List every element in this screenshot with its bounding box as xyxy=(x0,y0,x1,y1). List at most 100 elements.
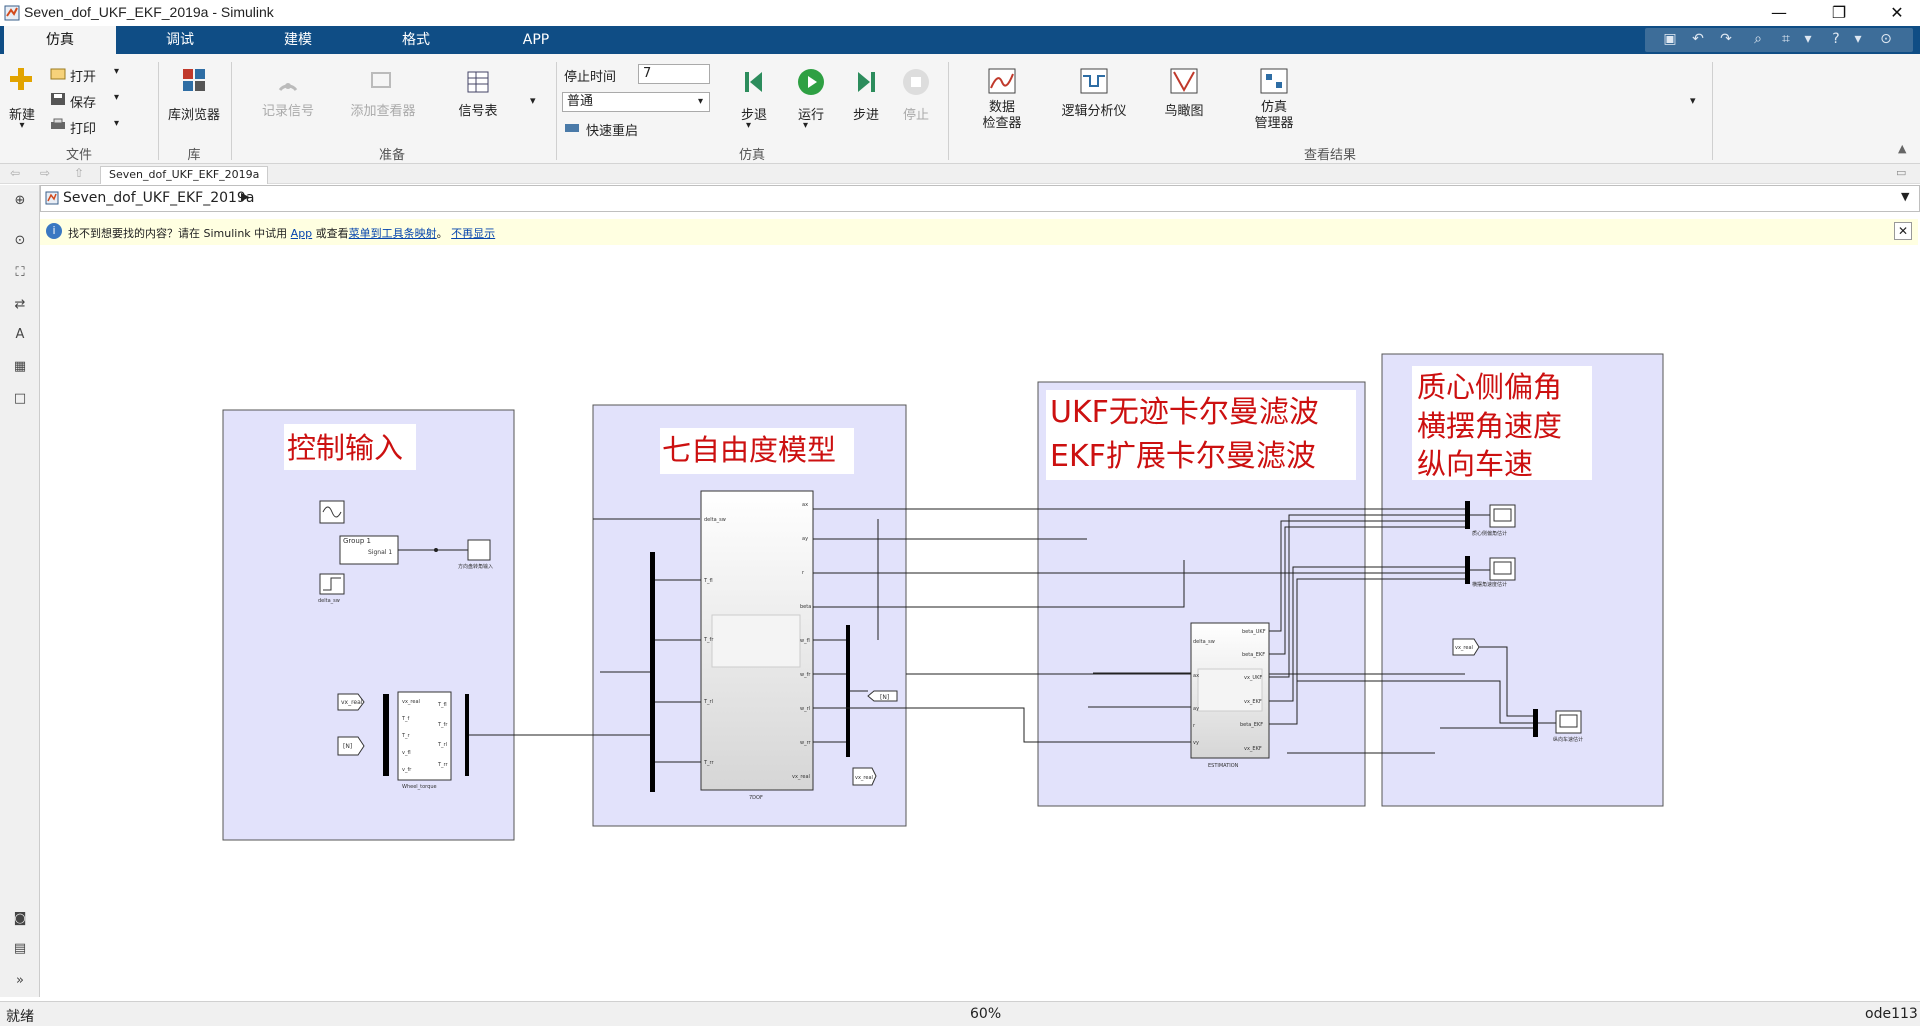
logic-analyzer-button[interactable]: 逻辑分析仪 xyxy=(1052,100,1136,119)
dont-show-link[interactable]: 不再显示 xyxy=(451,227,495,240)
mux-block-dof[interactable] xyxy=(846,625,850,757)
add-viewer-button[interactable]: 添加查看器 xyxy=(340,100,426,119)
step-forward-button[interactable]: 步进 xyxy=(846,104,886,123)
print-button[interactable]: 打印 xyxy=(70,118,96,137)
app-link[interactable]: App xyxy=(291,227,313,240)
area3-title-line2: EKF扩展卡尔曼滤波 xyxy=(1050,439,1316,474)
from-vx3-label: vx_real xyxy=(1455,645,1473,651)
collapse-ribbon-icon[interactable]: ▲ xyxy=(1898,142,1906,155)
bus-selector[interactable] xyxy=(650,552,655,792)
group-label-prepare: 准备 xyxy=(378,148,405,163)
tab-menu-icon[interactable]: ▭ xyxy=(1896,166,1906,179)
bus-block[interactable] xyxy=(465,694,469,776)
birds-eye-button[interactable]: 鸟瞰图 xyxy=(1150,100,1218,119)
port-label: T_f xyxy=(401,716,410,722)
review-expand-icon[interactable]: ▾ xyxy=(1690,94,1696,107)
prepare-expand-icon[interactable]: ▾ xyxy=(530,94,536,107)
print-dropdown-icon[interactable]: ▾ xyxy=(114,118,119,129)
port-label: T_rr xyxy=(437,762,449,768)
model-canvas[interactable]: 控制输入 七自由度模型 UKF无迹卡尔曼滤波 EKF扩展卡尔曼滤波 质心侧偏角 … xyxy=(40,246,1920,997)
save-button[interactable]: 保存 xyxy=(70,92,96,111)
model-path[interactable]: Seven_dof_UKF_EKF_2019a xyxy=(63,190,254,206)
mux-block[interactable] xyxy=(383,694,389,776)
group-label-review: 查看结果 xyxy=(1303,148,1356,163)
area-control-input[interactable] xyxy=(222,409,515,841)
zoom-icon[interactable]: ⊙ xyxy=(9,233,31,253)
stop-time-field[interactable]: 7 xyxy=(638,64,710,84)
fit-view-icon[interactable]: ⛶ xyxy=(9,265,31,285)
new-dropdown-icon[interactable]: ▾ xyxy=(14,120,30,131)
fast-restart-toggle[interactable]: 快速重启 xyxy=(586,120,638,139)
navigation-row: ⇦ ⇨ ⇧ Seven_dof_UKF_EKF_2019a ▭ xyxy=(0,164,1920,184)
forward-icon[interactable]: ⇨ xyxy=(40,166,50,180)
area4-title-line1: 质心侧偏角 xyxy=(1417,370,1562,404)
ribbon-divider xyxy=(1712,62,1713,160)
signal-table-button[interactable]: 信号表 xyxy=(446,100,510,119)
save-dropdown-icon[interactable]: ▾ xyxy=(114,92,119,103)
scope-block-ctrl[interactable] xyxy=(467,539,491,561)
camera-icon[interactable]: ◙ xyxy=(9,911,31,931)
annotation-icon[interactable]: A xyxy=(9,327,31,347)
minimize-button[interactable]: — xyxy=(1756,0,1802,26)
scope-icon xyxy=(1493,508,1512,522)
menu-mapping-link[interactable]: 菜单到工具条映射 xyxy=(349,227,437,240)
port-label: T_rl xyxy=(703,699,713,705)
tab-format[interactable]: 格式 xyxy=(366,26,466,54)
open-dropdown-icon[interactable]: ▾ xyxy=(114,66,119,77)
run-dropdown-icon[interactable]: ▾ xyxy=(803,120,808,131)
mux-scope3[interactable] xyxy=(1533,709,1538,737)
expand-icon[interactable]: » xyxy=(9,973,31,993)
from-vx-label: vx_real xyxy=(341,699,363,706)
log-signals-button[interactable]: 记录信号 xyxy=(252,100,324,119)
step-block[interactable] xyxy=(319,573,345,595)
tab-simulation[interactable]: 仿真 xyxy=(4,26,116,54)
step-back-button[interactable]: 步退 xyxy=(734,104,774,123)
step-label: delta_sw xyxy=(318,598,340,604)
tab-debug[interactable]: 调试 xyxy=(130,26,230,54)
property-inspector-icon[interactable]: ▤ xyxy=(9,941,31,961)
mux-scope2[interactable] xyxy=(1465,556,1470,584)
solver-name[interactable]: ode113 xyxy=(1865,1006,1918,1022)
help-icon[interactable]: ? xyxy=(1826,31,1846,49)
stop-button[interactable]: 停止 xyxy=(896,104,936,123)
open-button[interactable]: 打开 xyxy=(70,66,96,85)
up-icon[interactable]: ⇧ xyxy=(74,166,84,180)
step-back-dropdown-icon[interactable]: ▾ xyxy=(746,120,751,131)
model-tab[interactable]: Seven_dof_UKF_EKF_2019a xyxy=(100,166,269,184)
path-arrow-icon[interactable]: ▶ xyxy=(241,190,249,203)
help-dropdown-icon[interactable]: ▾ xyxy=(1848,31,1868,49)
settings-icon[interactable]: ⊙ xyxy=(1876,31,1896,49)
undo-icon[interactable]: ↶ xyxy=(1688,31,1708,49)
library-browser-button[interactable]: 库浏览器 xyxy=(162,104,226,123)
new-icon[interactable] xyxy=(8,66,34,92)
sim-manager-button[interactable]: 仿真 管理器 xyxy=(1240,100,1308,132)
back-icon[interactable]: ⇦ xyxy=(10,166,20,180)
open-folder-icon xyxy=(50,68,66,80)
restore-button[interactable]: ❐ xyxy=(1816,0,1862,26)
from-n-label: [N] xyxy=(343,743,352,750)
redo-icon[interactable]: ↷ xyxy=(1716,31,1736,49)
image-icon[interactable]: ▦ xyxy=(9,359,31,379)
port-label: beta xyxy=(800,604,811,610)
address-dropdown-icon[interactable]: ▼ xyxy=(1901,190,1909,203)
fast-restart-icon xyxy=(565,124,579,132)
simulation-mode-select[interactable]: 普通 ▾ xyxy=(562,92,710,112)
search-icon[interactable]: ⌕ xyxy=(1748,31,1768,49)
find-icon[interactable]: ⌗ xyxy=(1776,31,1796,49)
signal-arrows-icon[interactable]: ⇄ xyxy=(9,297,31,317)
save-quick-icon[interactable]: ▣ xyxy=(1660,31,1680,49)
tab-app[interactable]: APP xyxy=(486,26,586,54)
port-label: T_r xyxy=(401,733,411,739)
chevron-down-icon[interactable]: ▾ xyxy=(1798,31,1818,49)
tab-modeling[interactable]: 建模 xyxy=(248,26,348,54)
hide-explorer-icon[interactable]: ⊕ xyxy=(9,193,31,213)
port-label: vy xyxy=(1193,740,1199,746)
area-icon[interactable]: □ xyxy=(9,391,31,411)
data-inspector-button[interactable]: 数据 检查器 xyxy=(968,100,1036,132)
close-banner-button[interactable]: ✕ xyxy=(1894,222,1912,240)
port-label: ay xyxy=(802,536,808,542)
run-button[interactable]: 运行 xyxy=(791,104,831,123)
close-window-button[interactable]: ✕ xyxy=(1874,0,1920,26)
mux-scope1[interactable] xyxy=(1465,501,1470,529)
address-bar: Seven_dof_UKF_EKF_2019a ▶ ▼ xyxy=(40,185,1920,212)
